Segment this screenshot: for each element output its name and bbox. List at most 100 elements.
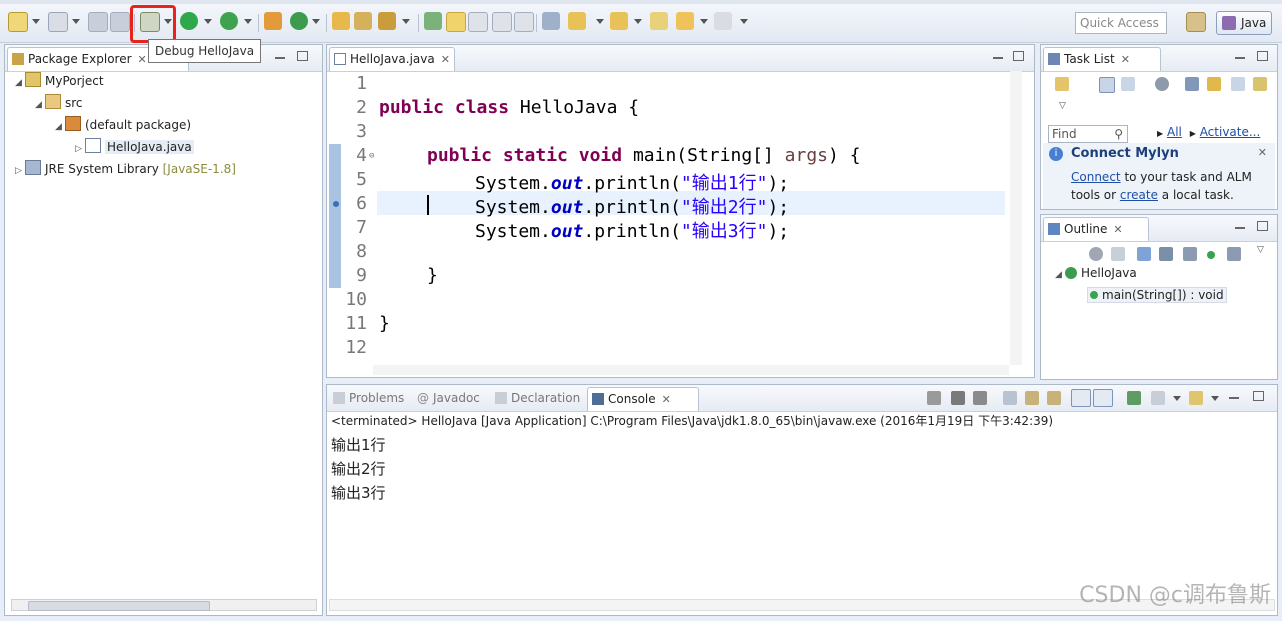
tab-declaration[interactable]: Declaration	[491, 387, 580, 410]
run-external-tools-icon[interactable]	[220, 12, 238, 30]
minimize-icon[interactable]	[1235, 51, 1245, 59]
hide-static-icon[interactable]	[1159, 247, 1173, 261]
forward-dropdown-icon[interactable]	[740, 19, 748, 24]
block-selection-icon[interactable]	[468, 12, 488, 32]
hide-fields-icon[interactable]	[1137, 247, 1151, 261]
close-icon[interactable]: ✕	[1121, 48, 1130, 71]
mark-occurrences-icon[interactable]	[446, 12, 466, 32]
collapse-arrow-icon[interactable]: ▷	[75, 139, 85, 159]
collapse-icon[interactable]	[1089, 247, 1103, 261]
terminate-icon[interactable]	[927, 391, 941, 405]
quick-access-input[interactable]: Quick Access	[1075, 12, 1167, 34]
outline-item-class[interactable]: ◢ HelloJava	[1055, 263, 1227, 285]
open-type-icon[interactable]	[332, 12, 350, 30]
java-perspective-button[interactable]: Java	[1216, 11, 1272, 35]
tab-javadoc[interactable]: @ Javadoc	[413, 387, 480, 410]
horizontal-scrollbar[interactable]	[11, 599, 317, 611]
find-input[interactable]: Find ⚲	[1048, 125, 1128, 143]
synchronize-icon[interactable]	[1207, 77, 1221, 91]
create-link[interactable]: create	[1120, 188, 1158, 202]
new-class-icon[interactable]	[290, 12, 308, 30]
open-console-dropdown-icon[interactable]	[1211, 396, 1219, 401]
show-on-stdout-icon[interactable]	[1071, 389, 1091, 407]
new-java-project-icon[interactable]	[48, 12, 68, 32]
skip-breakpoints-icon[interactable]	[542, 12, 560, 30]
clear-console-icon[interactable]	[1003, 391, 1017, 405]
minimize-icon[interactable]	[275, 51, 285, 59]
back-icon[interactable]	[676, 12, 694, 30]
categorized-icon[interactable]	[1099, 77, 1115, 93]
maximize-icon[interactable]	[1013, 51, 1024, 61]
tree-item-default-package[interactable]: ◢ (default package)	[15, 115, 236, 137]
public-members-icon[interactable]	[1207, 251, 1215, 259]
previous-annotation-icon[interactable]	[610, 12, 628, 30]
tree-item-project[interactable]: ◢ MyPorject	[15, 71, 236, 93]
code-editor[interactable]: 1 2 3 4 5 6 7 8 9 10 11 12 ⊖ public clas…	[327, 71, 1009, 367]
link-icon[interactable]	[1253, 77, 1267, 91]
open-console-icon[interactable]	[1189, 391, 1203, 405]
minimize-icon[interactable]	[1229, 391, 1239, 399]
tab-hellojava-java[interactable]: HelloJava.java ✕	[329, 47, 455, 71]
toggle-ant-mark-icon[interactable]	[424, 12, 442, 30]
new-icon[interactable]	[8, 12, 28, 32]
tree-item-src[interactable]: ◢ src	[15, 93, 236, 115]
show-whitespace-icon[interactable]	[514, 12, 534, 32]
show-on-stderr-icon[interactable]	[1093, 389, 1113, 407]
expand-arrow-icon[interactable]: ◢	[55, 117, 65, 137]
new-dropdown-icon[interactable]	[32, 19, 40, 24]
previous-annotation-dropdown-icon[interactable]	[634, 19, 642, 24]
collapse-all-icon[interactable]	[1231, 77, 1245, 91]
scheduled-icon[interactable]	[1121, 77, 1135, 91]
activate-link[interactable]: Activate...	[1200, 125, 1261, 139]
new-package-icon[interactable]	[264, 12, 282, 30]
close-icon[interactable]: ✕	[441, 48, 450, 71]
remove-all-terminated-icon[interactable]	[973, 391, 987, 405]
search-icon[interactable]	[378, 12, 396, 30]
expand-arrow-icon[interactable]: ◢	[1055, 265, 1065, 285]
new-task-icon[interactable]	[1055, 77, 1069, 91]
next-annotation-dropdown-icon[interactable]	[596, 19, 604, 24]
horizontal-scrollbar[interactable]	[373, 365, 1009, 375]
view-menu-icon[interactable]: ▽	[1059, 101, 1066, 111]
maximize-icon[interactable]	[1253, 391, 1264, 401]
collapse-arrow-icon[interactable]: ▷	[15, 161, 25, 181]
close-icon[interactable]: ✕	[138, 48, 147, 71]
run-icon[interactable]	[180, 12, 198, 30]
pin-console-icon[interactable]	[1127, 391, 1141, 405]
expand-arrow-icon[interactable]: ◢	[15, 73, 25, 93]
hide-nonpublic-icon[interactable]	[1183, 247, 1197, 261]
outline-item-method[interactable]: main(String[]) : void	[1055, 285, 1227, 305]
tab-outline[interactable]: Outline ✕	[1043, 217, 1149, 241]
fold-icon[interactable]: ⊖	[369, 151, 374, 161]
console-output[interactable]: 输出1行 输出2行 输出3行	[331, 433, 386, 505]
minimize-icon[interactable]	[993, 51, 1003, 59]
close-icon[interactable]: ✕	[1113, 218, 1122, 241]
toggle-word-wrap-icon[interactable]	[492, 12, 512, 32]
open-task-icon[interactable]	[354, 12, 372, 30]
maximize-icon[interactable]	[1257, 51, 1268, 61]
new-java-project-dropdown-icon[interactable]	[72, 19, 80, 24]
connect-link[interactable]: Connect	[1071, 170, 1121, 184]
maximize-icon[interactable]	[297, 51, 308, 61]
open-perspective-icon[interactable]	[1186, 12, 1206, 32]
tab-console[interactable]: Console ✕	[587, 387, 699, 411]
minimize-icon[interactable]	[1235, 221, 1245, 229]
view-menu-icon[interactable]: ▽	[1257, 245, 1264, 255]
focus-workweek-icon[interactable]	[1185, 77, 1199, 91]
run-external-dropdown-icon[interactable]	[244, 19, 252, 24]
back-dropdown-icon[interactable]	[700, 19, 708, 24]
tree-item-jre-library[interactable]: ▷ JRE System Library [JavaSE-1.8]	[15, 159, 236, 181]
sort-icon[interactable]	[1111, 247, 1125, 261]
close-icon[interactable]: ✕	[1258, 146, 1267, 159]
display-console-dropdown-icon[interactable]	[1173, 396, 1181, 401]
search-dropdown-icon[interactable]	[402, 19, 410, 24]
last-edit-location-icon[interactable]	[650, 12, 668, 30]
close-icon[interactable]: ✕	[662, 388, 671, 411]
tab-problems[interactable]: Problems	[329, 387, 404, 410]
scrollbar-thumb[interactable]	[28, 601, 210, 611]
save-icon[interactable]	[88, 12, 108, 32]
word-wrap-icon[interactable]	[1047, 391, 1061, 405]
run-dropdown-icon[interactable]	[204, 19, 212, 24]
display-console-icon[interactable]	[1151, 391, 1165, 405]
all-link[interactable]: All	[1167, 125, 1182, 139]
